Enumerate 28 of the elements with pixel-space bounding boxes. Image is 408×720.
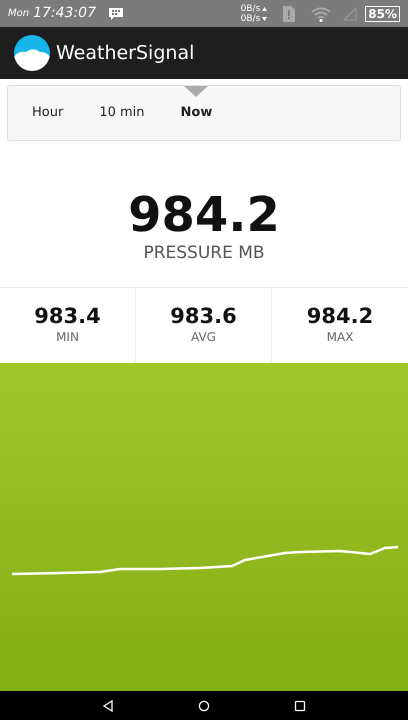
pressure-unit-label: PRESSURE MB [143,242,265,266]
stat-value: 983.4 [34,304,101,328]
chat-icon [108,6,124,21]
stat-label: MAX [326,329,354,346]
time-range-tab[interactable]: 10 min [89,86,155,140]
wifi-icon [311,6,332,22]
pressure-value: 984.2 [128,189,280,242]
selected-tab-marker-icon [184,86,208,98]
recent-apps-icon[interactable] [294,700,306,712]
signal-icon [343,6,358,21]
time-range-tab[interactable]: Now [170,86,222,140]
upload-speed-text: 0B/s [240,4,260,14]
clock-text: 17:43:07 [33,4,96,24]
stat-value: 983.6 [170,304,237,328]
time-range-tab[interactable]: Hour [22,86,74,140]
stat-label: AVG [191,329,216,346]
down-arrow-icon [262,16,268,21]
battery-indicator: 85% [365,6,400,22]
back-icon[interactable] [102,700,114,712]
day-text: Mon [8,7,30,22]
app-title: WeatherSignal [56,40,194,66]
stat-label: MIN [56,329,79,346]
up-arrow-icon [262,6,268,11]
app-logo-icon [14,35,50,72]
download-speed-text: 0B/s [240,14,260,24]
stat-value: 984.2 [306,304,374,328]
home-icon[interactable] [198,700,210,712]
sim-alert-icon [283,6,296,22]
